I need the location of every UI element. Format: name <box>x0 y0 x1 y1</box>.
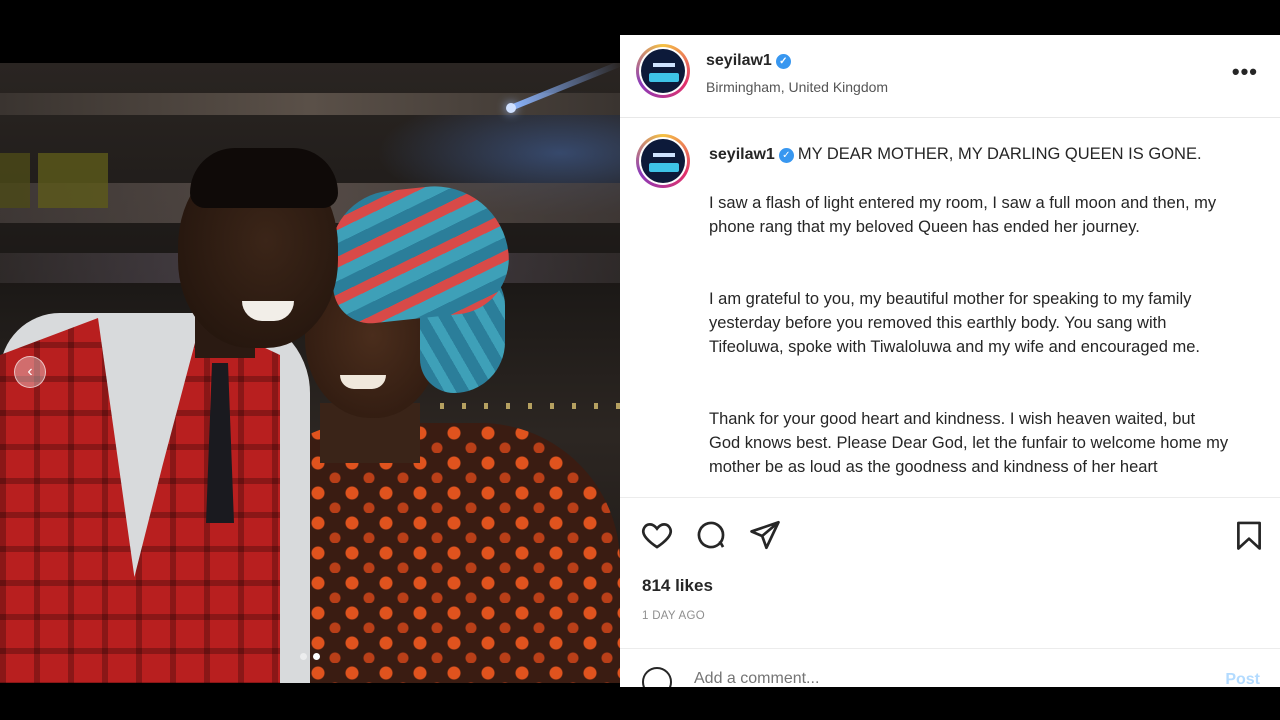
post-photo[interactable]: ‹ <box>0 63 620 683</box>
heart-icon[interactable] <box>640 518 674 552</box>
background-light <box>0 153 30 208</box>
caption-area: seyilaw1 ✓ MY DEAR MOTHER, MY DARLING QUEE… <box>620 119 1280 497</box>
carousel-prev-button[interactable]: ‹ <box>14 356 46 388</box>
caption-paragraph: I saw a flash of light entered my room, … <box>709 194 1217 236</box>
avatar[interactable] <box>636 134 690 188</box>
carousel-prev-icon: ‹ <box>27 363 33 380</box>
caption-paragraph: I am grateful to you, my beautiful mothe… <box>709 290 1200 356</box>
spotlight <box>506 103 516 113</box>
username-link[interactable]: seyilaw1 ✓ <box>706 52 791 70</box>
emoji-icon[interactable] <box>642 667 672 687</box>
comment-icon[interactable] <box>694 518 728 552</box>
verified-icon: ✓ <box>778 148 794 163</box>
carousel-dot <box>300 653 307 660</box>
comment-bar: Post <box>620 648 1280 687</box>
strip-lights <box>440 403 620 409</box>
man-hair <box>190 148 338 208</box>
caption-paragraph: Thank for your good heart and kindness. … <box>709 410 1229 476</box>
caption-title: MY DEAR MOTHER, MY DARLING QUEEN IS GONE… <box>797 145 1202 163</box>
location-link[interactable]: Birmingham, United Kingdom <box>706 79 888 95</box>
likes-count[interactable]: 814 likes <box>642 576 713 596</box>
woman-smile <box>340 375 386 389</box>
username[interactable]: seyilaw1 <box>706 52 772 69</box>
post-header: seyilaw1 ✓ Birmingham, United Kingdom ••• <box>620 35 1280 118</box>
post-panel: seyilaw1 ✓ Birmingham, United Kingdom •••… <box>620 35 1280 687</box>
post-timestamp: 1 DAY AGO <box>642 610 705 622</box>
carousel-dot-active <box>313 653 320 660</box>
verified-icon: ✓ <box>775 54 791 69</box>
avatar[interactable] <box>636 44 690 98</box>
bookmark-icon[interactable] <box>1232 518 1266 552</box>
background-light <box>38 153 108 208</box>
more-icon[interactable]: ••• <box>1232 59 1258 85</box>
comment-input[interactable] <box>694 670 1114 687</box>
carousel-dots <box>300 653 320 660</box>
caption-first-line: seyilaw1 ✓ MY DEAR MOTHER, MY DARLING QUEE… <box>709 145 1202 164</box>
caption-username[interactable]: seyilaw1 <box>709 146 775 163</box>
share-icon[interactable] <box>748 518 782 552</box>
post-comment-button[interactable]: Post <box>1225 671 1260 687</box>
action-bar: 814 likes 1 DAY AGO Post <box>620 497 1280 687</box>
